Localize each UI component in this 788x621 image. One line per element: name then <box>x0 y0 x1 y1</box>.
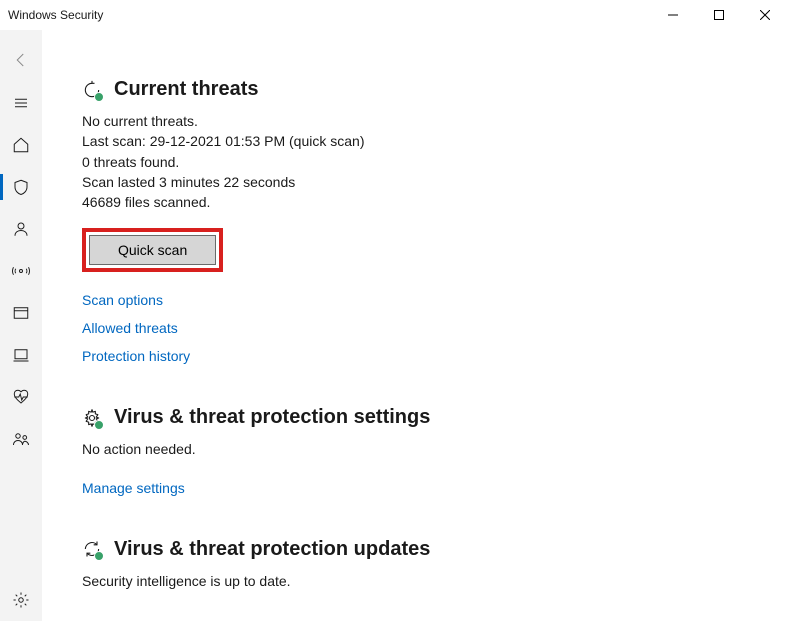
sidebar-settings[interactable] <box>0 579 42 621</box>
sidebar-app-browser[interactable] <box>0 292 42 334</box>
back-button[interactable] <box>0 40 42 82</box>
quick-scan-button[interactable]: Quick scan <box>89 235 216 265</box>
updates-section: Virus & threat protection updates Securi… <box>82 538 758 591</box>
window-title: Windows Security <box>8 8 103 22</box>
sidebar-family[interactable] <box>0 418 42 460</box>
sidebar-virus-threat[interactable] <box>0 166 42 208</box>
updates-status-text: Security intelligence is up to date. <box>82 571 758 591</box>
sidebar-device-security[interactable] <box>0 334 42 376</box>
no-threats-text: No current threats. <box>82 111 758 131</box>
allowed-threats-link[interactable]: Allowed threats <box>82 320 758 336</box>
manage-settings-link[interactable]: Manage settings <box>82 480 758 496</box>
files-scanned-text: 46689 files scanned. <box>82 192 758 212</box>
sidebar <box>0 30 42 621</box>
last-scan-text: Last scan: 29-12-2021 01:53 PM (quick sc… <box>82 131 758 151</box>
settings-status-icon <box>82 408 102 428</box>
titlebar: Windows Security <box>0 0 788 30</box>
sidebar-device-performance[interactable] <box>0 376 42 418</box>
threats-heading: Current threats <box>114 78 258 101</box>
protection-history-link[interactable]: Protection history <box>82 348 758 364</box>
minimize-button[interactable] <box>650 0 696 30</box>
scan-duration-text: Scan lasted 3 minutes 22 seconds <box>82 172 758 192</box>
updates-heading: Virus & threat protection updates <box>114 538 430 561</box>
current-threats-section: Current threats No current threats. Last… <box>82 78 758 364</box>
refresh-status-icon <box>82 80 102 100</box>
close-button[interactable] <box>742 0 788 30</box>
sidebar-account[interactable] <box>0 208 42 250</box>
settings-heading: Virus & threat protection settings <box>114 406 430 429</box>
settings-section: Virus & threat protection settings No ac… <box>82 406 758 495</box>
main-content: Current threats No current threats. Last… <box>42 30 788 621</box>
sidebar-firewall[interactable] <box>0 250 42 292</box>
settings-status-text: No action needed. <box>82 439 758 459</box>
scan-options-link[interactable]: Scan options <box>82 292 758 308</box>
window-controls <box>650 0 788 30</box>
menu-button[interactable] <box>0 82 42 124</box>
maximize-button[interactable] <box>696 0 742 30</box>
annotation-highlight: Quick scan <box>82 228 223 272</box>
updates-status-icon <box>82 539 102 559</box>
sidebar-home[interactable] <box>0 124 42 166</box>
threats-found-text: 0 threats found. <box>82 152 758 172</box>
